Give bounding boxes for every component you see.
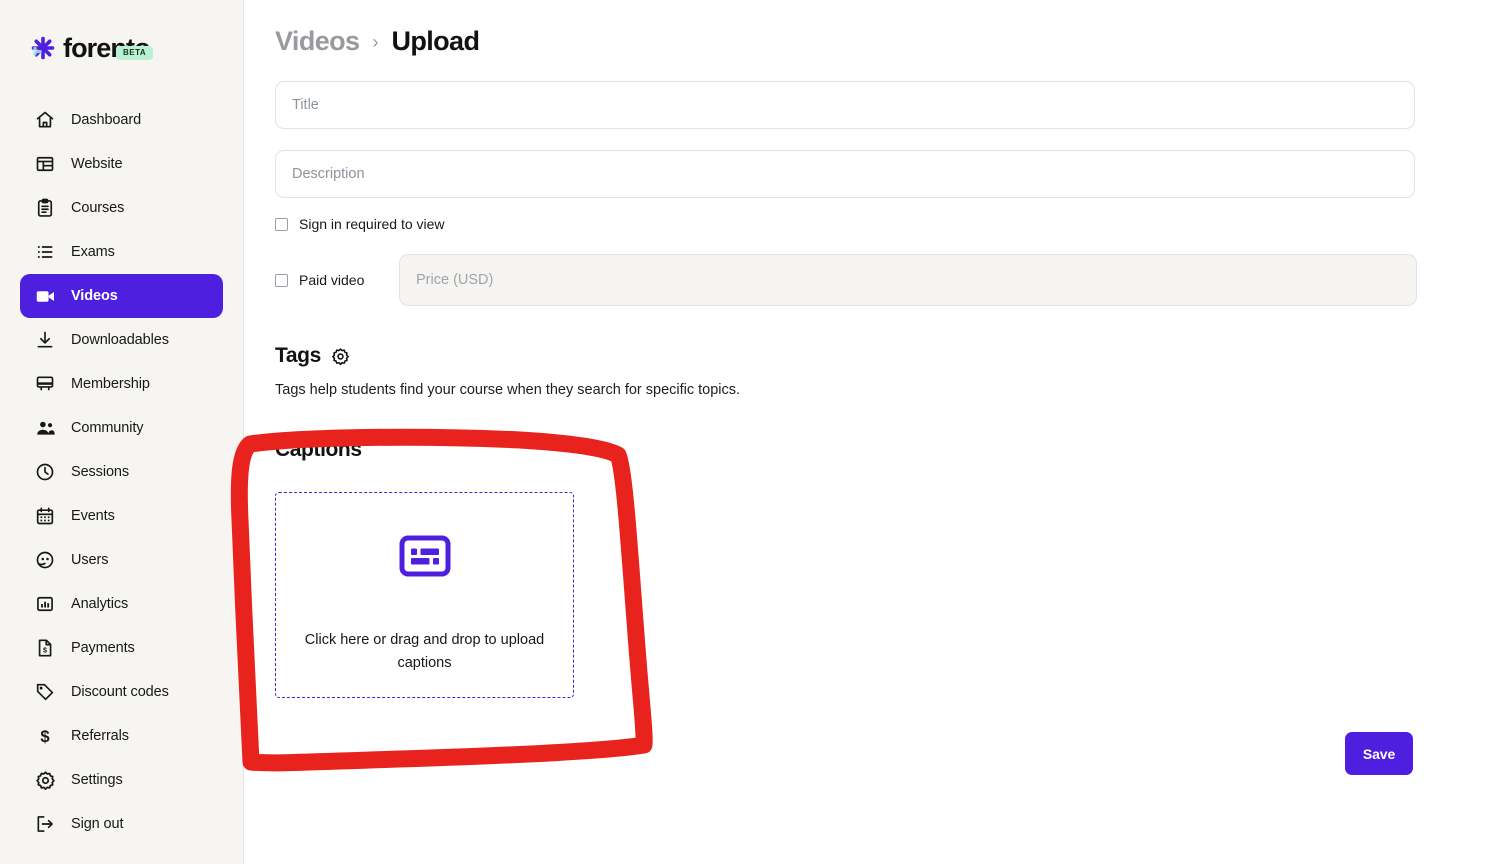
brand-logo[interactable]: forento BETA bbox=[0, 0, 243, 72]
paid-video-label: Paid video bbox=[299, 272, 365, 288]
sidebar-item-downloadables[interactable]: Downloadables bbox=[20, 318, 223, 362]
sidebar-item-label: Referrals bbox=[71, 728, 129, 744]
sidebar-item-sign-out[interactable]: Sign out bbox=[20, 802, 223, 846]
gear-icon bbox=[34, 769, 56, 791]
tags-section: Tags Tags help students find your course… bbox=[275, 344, 1417, 398]
sidebar-item-label: Membership bbox=[71, 376, 150, 392]
captions-heading: Captions bbox=[275, 438, 362, 461]
list-icon bbox=[34, 241, 56, 263]
paid-video-checkbox[interactable] bbox=[275, 273, 288, 287]
sidebar-item-membership[interactable]: Membership bbox=[20, 362, 223, 406]
sidebar-item-website[interactable]: Website bbox=[20, 142, 223, 186]
invoice-icon: $ bbox=[34, 637, 56, 659]
asterisk-icon bbox=[30, 35, 56, 61]
sidebar-item-videos[interactable]: Videos bbox=[20, 274, 223, 318]
sidebar-item-label: Users bbox=[71, 552, 109, 568]
tags-heading-row: Tags bbox=[275, 344, 1417, 368]
paid-video-row: Paid video bbox=[275, 254, 1417, 306]
description-input[interactable] bbox=[275, 150, 1415, 198]
sidebar-item-label: Payments bbox=[71, 640, 135, 656]
price-input[interactable] bbox=[399, 254, 1417, 306]
sidebar-item-payments[interactable]: $ Payments bbox=[20, 626, 223, 670]
gear-icon[interactable] bbox=[331, 347, 350, 366]
sidebar-item-label: Community bbox=[71, 420, 144, 436]
people-icon bbox=[34, 417, 56, 439]
sidebar-item-dashboard[interactable]: Dashboard bbox=[20, 98, 223, 142]
sidebar-item-label: Sessions bbox=[71, 464, 130, 480]
upload-form: Sign in required to view Paid video Tags bbox=[244, 57, 1489, 775]
breadcrumb-parent[interactable]: Videos bbox=[275, 26, 360, 57]
sidebar-nav: Dashboard Website Courses Exams Videos D… bbox=[0, 98, 243, 846]
tags-description: Tags help students find your course when… bbox=[275, 382, 741, 398]
bar-chart-icon bbox=[34, 593, 56, 615]
monitor-icon bbox=[34, 373, 56, 395]
calendar-icon bbox=[34, 505, 56, 527]
paid-video-toggle[interactable]: Paid video bbox=[275, 272, 399, 288]
beta-badge: BETA bbox=[116, 46, 154, 60]
video-camera-icon bbox=[34, 285, 56, 307]
breadcrumb: Videos › Upload bbox=[244, 0, 1489, 57]
clipboard-icon bbox=[34, 197, 56, 219]
download-icon bbox=[34, 329, 56, 351]
dollar-icon: $ bbox=[34, 725, 56, 747]
sidebar-item-label: Courses bbox=[71, 200, 125, 216]
svg-text:$: $ bbox=[43, 647, 47, 655]
title-input[interactable] bbox=[275, 81, 1415, 129]
page-title: Upload bbox=[391, 26, 480, 56]
browser-icon bbox=[34, 153, 56, 175]
breadcrumb-separator: › bbox=[372, 32, 379, 52]
home-icon bbox=[34, 109, 56, 131]
tags-heading: Tags bbox=[275, 344, 321, 367]
sidebar-item-label: Videos bbox=[71, 288, 118, 304]
sidebar-item-label: Discount codes bbox=[71, 684, 169, 700]
sidebar-item-referrals[interactable]: $ Referrals bbox=[20, 714, 223, 758]
sidebar-item-label: Sign out bbox=[71, 816, 124, 832]
user-face-icon bbox=[34, 549, 56, 571]
sidebar-item-settings[interactable]: Settings bbox=[20, 758, 223, 802]
closed-caption-icon bbox=[399, 535, 451, 582]
sidebar-item-label: Settings bbox=[71, 772, 123, 788]
sidebar-item-discount-codes[interactable]: Discount codes bbox=[20, 670, 223, 714]
sidebar-item-label: Website bbox=[71, 156, 123, 172]
svg-text:$: $ bbox=[40, 727, 50, 746]
tag-icon bbox=[34, 681, 56, 703]
sidebar-item-exams[interactable]: Exams bbox=[20, 230, 223, 274]
sidebar-item-analytics[interactable]: Analytics bbox=[20, 582, 223, 626]
sidebar-item-label: Downloadables bbox=[71, 332, 169, 348]
sidebar-item-courses[interactable]: Courses bbox=[20, 186, 223, 230]
sidebar-item-label: Events bbox=[71, 508, 115, 524]
sidebar-item-users[interactable]: Users bbox=[20, 538, 223, 582]
sidebar-item-events[interactable]: Events bbox=[20, 494, 223, 538]
app-root: forento BETA Dashboard Website Courses E… bbox=[0, 0, 1489, 864]
sign-in-required-row[interactable]: Sign in required to view bbox=[275, 216, 1417, 232]
clock-icon bbox=[34, 461, 56, 483]
sidebar-item-label: Analytics bbox=[71, 596, 129, 612]
sidebar: forento BETA Dashboard Website Courses E… bbox=[0, 0, 244, 864]
save-button[interactable]: Save bbox=[1345, 732, 1413, 775]
captions-dropzone-text: Click here or drag and drop to upload ca… bbox=[304, 632, 545, 672]
sign-out-icon bbox=[34, 813, 56, 835]
sign-in-required-checkbox[interactable] bbox=[275, 217, 288, 231]
captions-section: Captions Click here or drag and drop to … bbox=[275, 438, 1417, 698]
main-content: Videos › Upload Sign in required to view… bbox=[244, 0, 1489, 864]
captions-dropzone[interactable]: Click here or drag and drop to upload ca… bbox=[275, 492, 574, 698]
sidebar-item-sessions[interactable]: Sessions bbox=[20, 450, 223, 494]
sidebar-item-label: Dashboard bbox=[71, 112, 142, 128]
sidebar-item-label: Exams bbox=[71, 244, 115, 260]
sidebar-item-community[interactable]: Community bbox=[20, 406, 223, 450]
sign-in-required-label: Sign in required to view bbox=[299, 216, 445, 232]
